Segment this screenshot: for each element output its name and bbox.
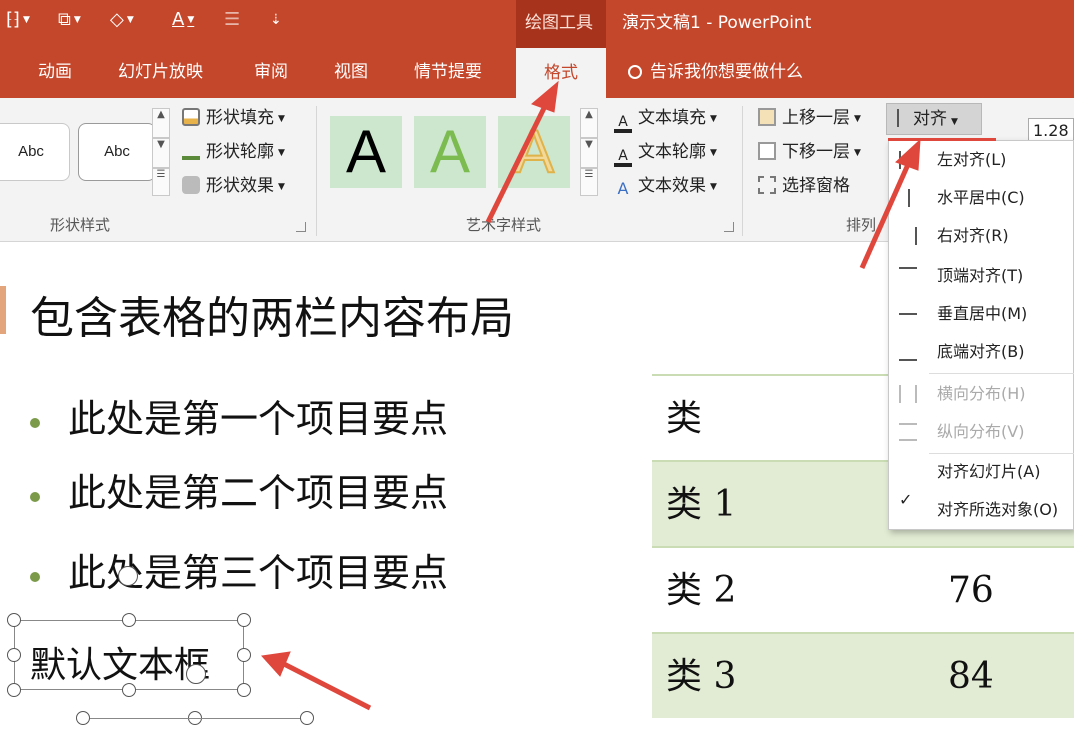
annotation-arrow (282, 661, 372, 711)
arrow-head-icon (531, 80, 559, 113)
align-highlight-underline (888, 138, 996, 141)
annotation-arrows (261, 80, 921, 711)
annotation-arrow (485, 98, 551, 224)
arrow-head-icon (895, 138, 921, 171)
annotation-arrow (859, 158, 913, 270)
